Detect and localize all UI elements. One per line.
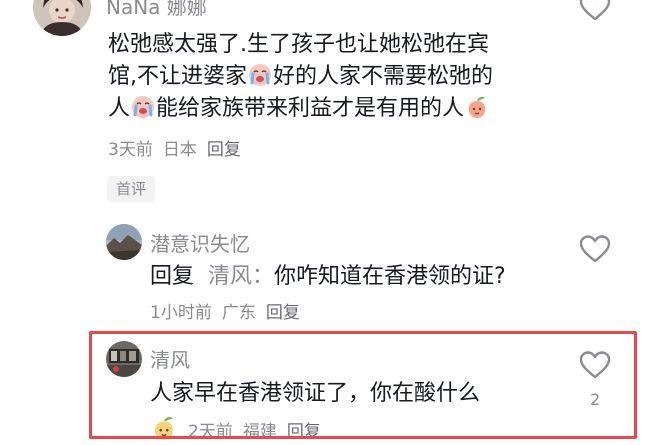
comment-location: 日本 <box>162 140 197 160</box>
comment-username[interactable]: NaNa 娜娜 <box>106 0 207 20</box>
comment-text-line: 松弛感太强了.生了孩子也让她松弛在宾 <box>108 32 489 57</box>
crying-face-emoji <box>248 63 272 97</box>
comment-time: 3天前 <box>108 140 153 160</box>
reply-button[interactable]: 回复 <box>207 140 241 160</box>
reply-target[interactable]: 清风： <box>208 264 274 289</box>
reply-location: 广东 <box>221 303 256 323</box>
crying-face-emoji <box>131 95 155 129</box>
like-heart-icon[interactable] <box>579 0 611 26</box>
avatar[interactable] <box>106 224 142 260</box>
first-comment-badge: 首评 <box>107 176 156 202</box>
reply-button[interactable]: 回复 <box>266 303 300 323</box>
comment-text-line: 人能给家族带来利益才是有用的人 <box>108 93 490 129</box>
like-heart-icon[interactable] <box>579 234 611 268</box>
reply-time: 1小时前 <box>150 303 212 323</box>
highlight-box <box>89 331 637 439</box>
comment-text-line: 馆,不让进婆家 好的人家不需要松弛的 <box>108 61 493 97</box>
avatar[interactable] <box>33 0 91 36</box>
peach-emoji <box>465 95 489 129</box>
reply-text: 回复 清风：你咋知道在香港领的证? <box>150 264 506 289</box>
reply-username[interactable]: 潜意识失忆 <box>150 228 250 257</box>
reply-meta: 1小时前 广东 回复 <box>150 298 310 323</box>
comment-meta: 3天前 日本 回复 <box>108 135 251 160</box>
